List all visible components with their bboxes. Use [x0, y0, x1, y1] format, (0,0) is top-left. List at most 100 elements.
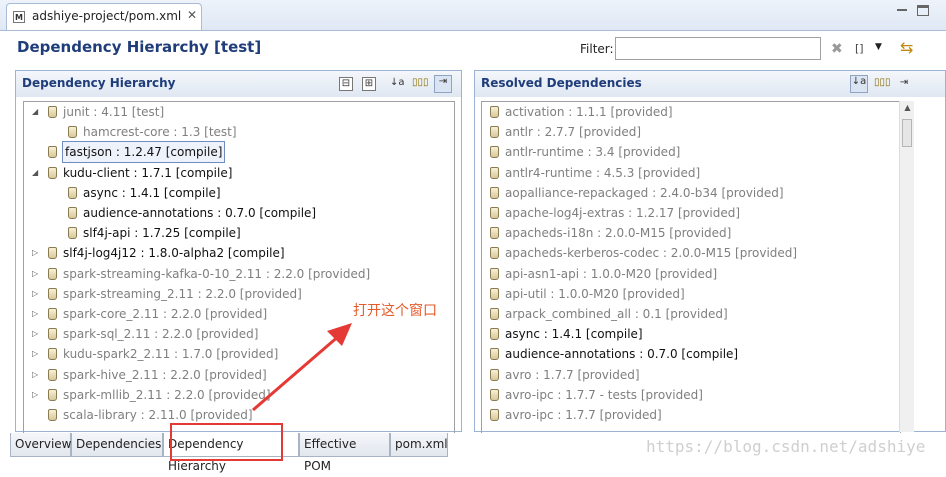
dependency-label: spark-mllib_2.11 : 2.2.0 [provided] [63, 387, 271, 402]
jar-icon [48, 267, 57, 280]
resolved-list: activation : 1.1.1 [provided] antlr : 2.7… [481, 101, 901, 433]
jar-icon [48, 247, 57, 260]
sync-icon[interactable]: ⇆ [900, 38, 913, 57]
dependency-label: kudu-client : 1.7.1 [compile] [63, 165, 233, 180]
dependency-label: spark-streaming-kafka-0-10_2.11 : 2.2.0 … [63, 266, 371, 281]
collapsed-arrow-icon[interactable]: ▷ [32, 344, 38, 364]
jar-icon [48, 409, 57, 421]
dependency-label: spark-hive_2.11 : 2.2.0 [provided] [63, 367, 267, 382]
panel-header: Dependency Hierarchy ⊟ ⊞ ↓a ▯▯▯ ⇥ [16, 71, 461, 97]
dependency-hierarchy-panel: Dependency Hierarchy ⊟ ⊞ ↓a ▯▯▯ ⇥ ◢ junit… [15, 70, 462, 433]
show-conflicts-icon[interactable]: ⇥ [434, 75, 452, 93]
jar-icon [48, 146, 57, 159]
bracket-icon[interactable]: [] [855, 42, 864, 55]
collapsed-arrow-icon[interactable]: ▷ [32, 264, 38, 284]
editor-tab-pom[interactable]: M adshiye-project/pom.xml ✕ [6, 3, 202, 30]
jar-icon [48, 106, 57, 118]
maximize-icon[interactable] [917, 5, 929, 16]
editor-tab-bar: M adshiye-project/pom.xml ✕ [0, 0, 946, 31]
jar-icon [490, 328, 499, 341]
dependency-label: avro-ipc : 1.7.7 - tests [provided] [505, 387, 703, 402]
dependency-label: slf4j-api : 1.7.25 [compile] [83, 226, 241, 241]
tab-dependencies[interactable]: Dependencies [71, 433, 163, 457]
jar-icon [68, 207, 77, 219]
jar-icon [490, 166, 499, 179]
scroll-thumb[interactable] [902, 119, 912, 147]
expanded-arrow-icon[interactable]: ◢ [32, 102, 38, 122]
show-conflicts-icon[interactable]: ⇥ [897, 77, 911, 91]
tab-effective-pom[interactable]: Effective POM [299, 433, 390, 473]
tab-overview[interactable]: Overview [10, 433, 72, 457]
minimize-icon[interactable] [897, 6, 907, 11]
panel-title: Dependency Hierarchy [22, 76, 176, 90]
dependency-label: audience-annotations : 0.7.0 [compile] [83, 206, 317, 220]
jar-icon [490, 106, 499, 118]
jar-icon [490, 308, 499, 320]
close-icon[interactable]: ✕ [187, 8, 197, 22]
collapsed-arrow-icon[interactable]: ▷ [32, 385, 38, 405]
clear-filter-icon[interactable]: ✖ [831, 41, 843, 57]
sort-icon[interactable]: ↓a [390, 77, 405, 91]
dependency-label: fastjson : 1.2.47 [compile] [61, 141, 226, 164]
dependency-label: spark-streaming_2.11 : 2.2.0 [provided] [63, 286, 302, 301]
jar-icon [48, 328, 57, 341]
dependency-label: slf4j-log4j12 : 1.8.0-alpha2 [compile] [63, 246, 285, 261]
sort-icon[interactable]: ↓a [850, 75, 868, 93]
jar-icon [68, 126, 77, 139]
jar-icon [490, 146, 499, 159]
collapse-all-icon[interactable]: ⊟ [339, 77, 353, 91]
collapsed-arrow-icon[interactable]: ▷ [32, 243, 38, 263]
panel-header: Resolved Dependencies ↓a ▯▯▯ ⇥ [475, 71, 945, 97]
jar-icon [490, 247, 499, 260]
collapsed-arrow-icon[interactable]: ▷ [32, 365, 38, 385]
jar-icon [48, 348, 57, 361]
jar-icon [48, 166, 57, 179]
dependency-label: hamcrest-core : 1.3 [test] [83, 125, 237, 140]
dependency-label: antlr4-runtime : 4.5.3 [provided] [505, 165, 701, 180]
collapsed-arrow-icon[interactable]: ▷ [32, 324, 38, 344]
dependency-label: antlr-runtime : 3.4 [provided] [505, 145, 681, 160]
dependency-label: audience-annotations : 0.7.0 [compile] [505, 347, 739, 362]
dependency-label: scala-library : 2.11.0 [provided] [63, 408, 253, 422]
filter-input[interactable] [615, 37, 821, 60]
vertical-scrollbar[interactable]: ▲ [899, 101, 914, 432]
jar-icon [48, 368, 57, 381]
jar-icon [490, 388, 499, 401]
dependency-label: avro : 1.7.7 [provided] [505, 367, 640, 382]
jar-icon [490, 368, 499, 381]
dependency-label: async : 1.4.1 [compile] [505, 327, 643, 342]
page-title: Dependency Hierarchy [test] [17, 38, 262, 56]
scroll-up-icon[interactable]: ▲ [900, 103, 915, 112]
collapsed-arrow-icon[interactable]: ▷ [32, 304, 38, 324]
dependency-tree: ◢ junit : 4.11 [test] hamcrest-core : 1.3 … [23, 101, 455, 433]
dependency-label: spark-core_2.11 : 2.2.0 [provided] [63, 307, 268, 321]
highlight-box [170, 423, 283, 461]
dependency-label: async : 1.4.1 [compile] [83, 185, 221, 200]
expanded-arrow-icon[interactable]: ◢ [32, 163, 38, 183]
editor-tab-title: adshiye-project/pom.xml [32, 9, 182, 23]
annotation-text: 打开这个窗口 [353, 303, 437, 319]
dependency-label: kudu-spark2_2.11 : 1.7.0 [provided] [63, 347, 279, 362]
dependency-label: apacheds-kerberos-codec : 2.0.0-M15 [pro… [505, 246, 798, 261]
dependency-label: api-asn1-api : 1.0.0-M20 [provided] [505, 266, 718, 281]
dependency-label: junit : 4.11 [test] [63, 105, 165, 119]
tab-pom-xml[interactable]: pom.xml [390, 433, 448, 457]
filter-label: Filter: [580, 42, 614, 56]
dependency-label: spark-sql_2.11 : 2.2.0 [provided] [63, 327, 259, 342]
dependency-label: arpack_combined_all : 0.1 [provided] [505, 307, 728, 321]
jar-icon [490, 287, 499, 300]
jar-icon [490, 409, 499, 421]
columns-icon[interactable]: ▯▯▯ [874, 77, 891, 91]
jar-icon [68, 186, 77, 199]
dependency-label: apache-log4j-extras : 1.2.17 [provided] [505, 206, 741, 220]
expand-all-icon[interactable]: ⊞ [362, 77, 376, 91]
jar-icon [490, 126, 499, 139]
columns-icon[interactable]: ▯▯▯ [412, 77, 429, 91]
dependency-label: aopalliance-repackaged : 2.4.0-b34 [prov… [505, 185, 784, 200]
collapsed-arrow-icon[interactable]: ▷ [32, 284, 38, 304]
chevron-down-icon[interactable]: ▼ [875, 42, 882, 52]
jar-icon [48, 308, 57, 320]
jar-icon [48, 388, 57, 401]
dependency-label: avro-ipc : 1.7.7 [provided] [505, 408, 662, 422]
watermark: https://blog.csdn.net/adshiye [646, 437, 926, 456]
